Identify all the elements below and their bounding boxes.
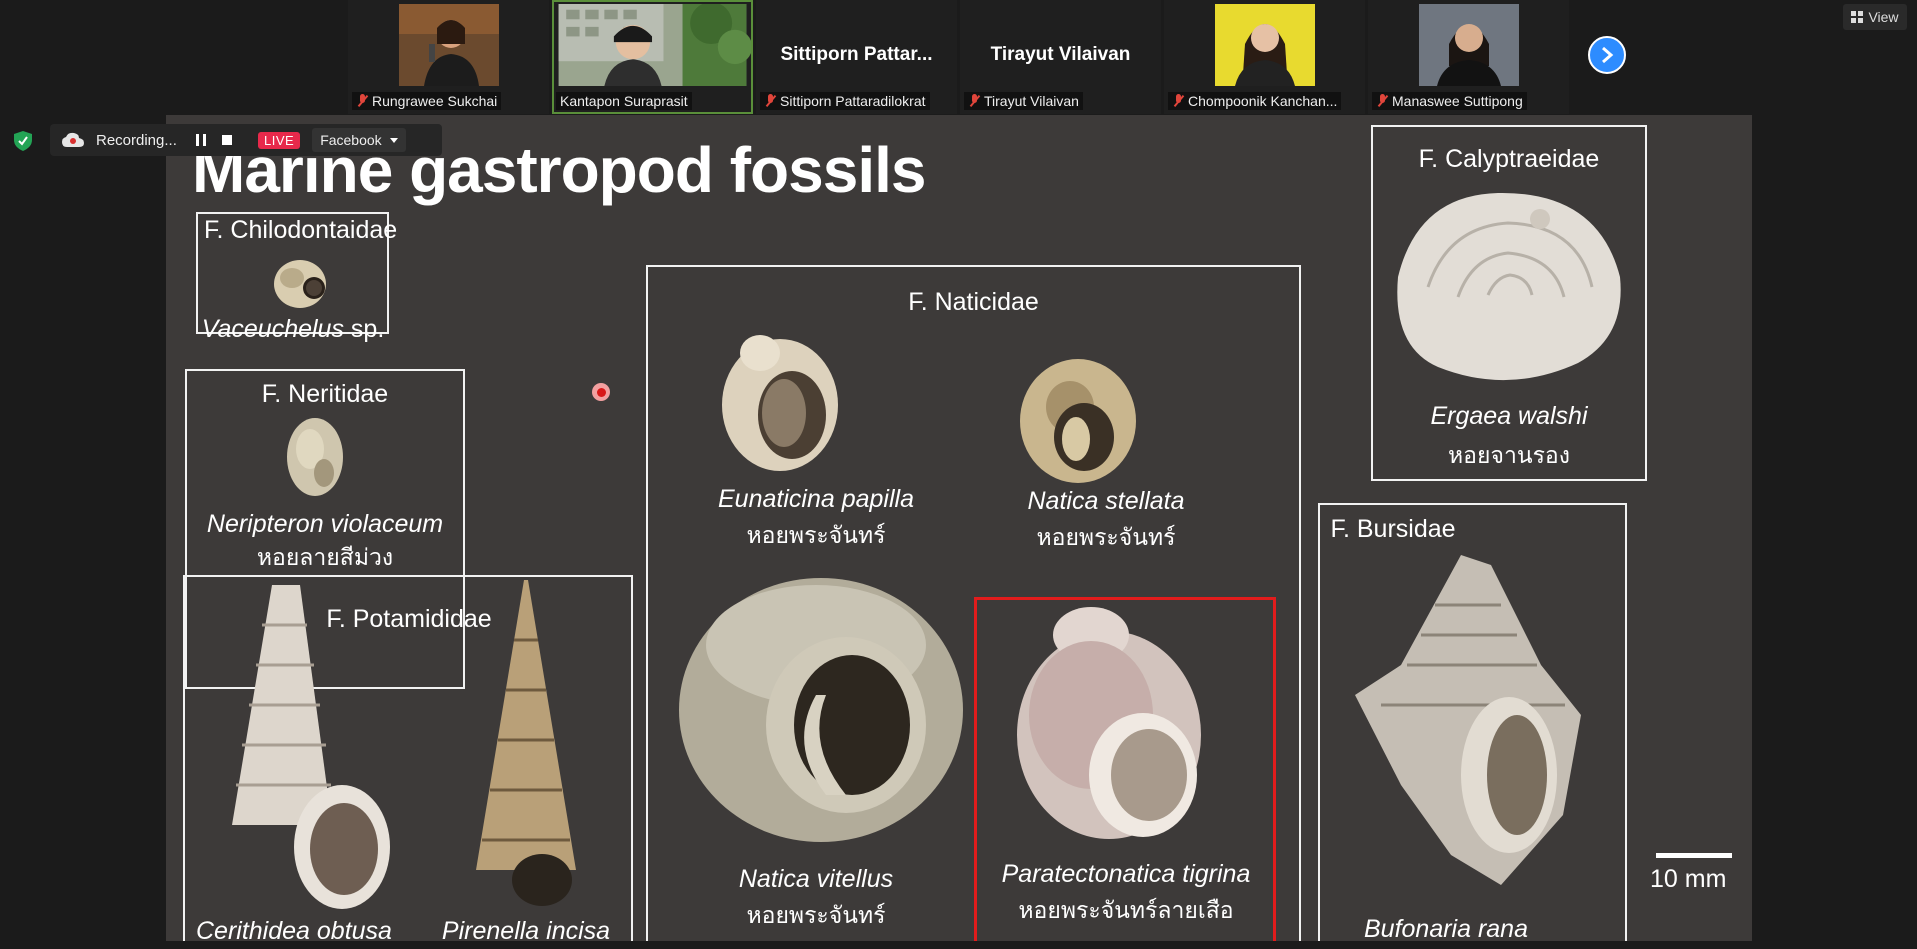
muted-mic-icon <box>1172 94 1184 108</box>
participant-display-name: Sittiporn Pattar... <box>780 44 933 65</box>
scale-bar <box>1656 853 1732 858</box>
family-label: F. Chilodontaidae <box>204 216 398 244</box>
participant-name-tag: Chompoonik Kanchan... <box>1168 92 1342 110</box>
shell-image <box>476 580 576 906</box>
thai-common-name: หอยพระจันทร์ลายเสือ <box>1018 898 1234 924</box>
participant-display-name: Tirayut Vilaivan <box>990 44 1131 65</box>
view-label: View <box>1868 9 1899 25</box>
family-label: F. Naticidae <box>908 288 1039 316</box>
participant-tile-active-speaker[interactable]: Kantapon Suraprasit <box>552 0 753 114</box>
shell-image <box>1355 555 1581 885</box>
shell-image <box>274 260 326 308</box>
participant-strip: Rungrawee Sukchai Kantapon Suraprasit Si… <box>348 0 1569 114</box>
shell-image <box>287 418 343 496</box>
thai-common-name: หอยจานรอง <box>1448 443 1570 469</box>
species-name: Neripteron violaceum <box>206 510 444 538</box>
recording-status-bar: Recording... LIVE Facebook <box>50 124 442 156</box>
live-badge: LIVE <box>258 131 301 149</box>
species-name: Paratectonatica tigrina <box>1001 860 1251 888</box>
security-shield-icon[interactable] <box>14 131 32 151</box>
muted-mic-icon <box>764 94 776 108</box>
shell-image <box>1020 359 1136 483</box>
pause-recording-button[interactable] <box>192 131 210 149</box>
shell-image <box>722 335 838 471</box>
stream-target-label: Facebook <box>320 132 382 148</box>
stop-icon <box>222 135 232 145</box>
muted-mic-icon <box>1376 94 1388 108</box>
thai-common-name: หอยพระจันทร์ <box>746 903 886 929</box>
participant-name-tag: Rungrawee Sukchai <box>352 92 502 110</box>
next-participants-button[interactable] <box>1588 36 1626 74</box>
view-button[interactable]: View <box>1843 4 1907 30</box>
family-label: F. Neritidae <box>261 380 389 408</box>
shell-image <box>679 578 963 842</box>
shell-image <box>1017 607 1201 839</box>
shared-slide: Marine gastropod fossils F. Chilodontaid… <box>166 115 1752 941</box>
species-name: Bufonaria rana <box>1363 915 1528 941</box>
species-name: Natica vitellus <box>738 865 894 893</box>
thai-common-name: หอยพระจันทร์ <box>1036 525 1176 551</box>
participant-video <box>1214 4 1315 86</box>
scale-label: 10 mm <box>1650 865 1727 893</box>
family-label: F. Bursidae <box>1330 515 1456 543</box>
thai-common-name: หอยพระจันทร์ <box>746 523 886 549</box>
participant-video <box>1418 4 1519 86</box>
participant-name-tag: Kantapon Suraprasit <box>556 92 692 110</box>
participant-video <box>558 4 751 86</box>
participant-name-tag: Manaswee Suttipong <box>1372 92 1527 110</box>
species-name: Eunaticina papilla <box>718 485 914 513</box>
participant-tile[interactable]: Chompoonik Kanchan... <box>1164 0 1365 114</box>
participant-name-tag: Sittiporn Pattaradilokrat <box>760 92 930 110</box>
cloud-recording-icon <box>62 132 84 147</box>
species-name: Natica stellata <box>1027 487 1185 515</box>
shell-image <box>232 585 390 909</box>
live-stream-target-dropdown[interactable]: Facebook <box>312 128 406 152</box>
muted-mic-icon <box>356 94 368 108</box>
shell-image <box>1397 192 1621 381</box>
stop-recording-button[interactable] <box>218 131 236 149</box>
caret-down-icon <box>389 137 398 143</box>
grid-icon <box>1851 11 1864 23</box>
participant-tile[interactable]: Sittiporn Pattar... Sittiporn Pattaradil… <box>756 0 957 114</box>
family-label: F. Calyptraeidae <box>1418 145 1600 173</box>
thai-common-name: หอยลายสีม่วง <box>256 545 394 571</box>
participant-tile[interactable]: Tirayut Vilaivan Tirayut Vilaivan <box>960 0 1161 114</box>
participant-video <box>398 4 499 86</box>
laser-pointer-icon <box>592 383 610 401</box>
participant-tile[interactable]: Rungrawee Sukchai <box>348 0 549 114</box>
pause-icon <box>196 134 206 146</box>
species-name: Cerithidea obtusa <box>196 917 392 941</box>
species-name: Ergaea walshi <box>1430 402 1588 430</box>
recording-label: Recording... <box>96 131 177 149</box>
participant-name-tag: Tirayut Vilaivan <box>964 92 1083 110</box>
species-label: Vaceuchelus sp. <box>201 315 385 343</box>
participant-tile[interactable]: Manaswee Suttipong <box>1368 0 1569 114</box>
muted-mic-icon <box>968 94 980 108</box>
chevron-right-icon <box>1602 46 1614 64</box>
species-name: Pirenella incisa <box>441 917 611 941</box>
